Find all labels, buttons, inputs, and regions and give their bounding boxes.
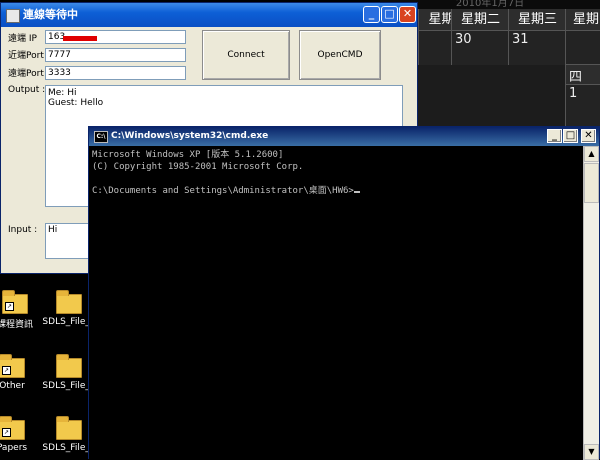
cmd-maximize-button[interactable]: □ [563, 129, 578, 143]
cmd-window-titlebar[interactable]: C:\ C:\Windows\system32\cmd.exe _ □ ✕ [89, 127, 599, 146]
input-textarea[interactable]: Hi [45, 223, 90, 259]
remote-port-input[interactable]: 3333 [45, 66, 186, 80]
cmd-minimize-button[interactable]: _ [547, 129, 562, 143]
folder-icon: ↗ [2, 290, 28, 314]
maximize-button[interactable]: □ [381, 6, 398, 23]
remote-ip-label: 遠端 IP [8, 34, 37, 44]
app-icon [6, 9, 20, 23]
folder-icon: ↗ [0, 354, 25, 378]
calendar-day-wed: 星期三 [508, 9, 566, 30]
local-port-label: 近端Port [8, 51, 44, 61]
chat-window-title: 連線等待中 [23, 8, 78, 21]
output-label: Output : [8, 85, 46, 95]
calendar-cell: 30 [451, 30, 509, 65]
shortcut-arrow-icon: ↗ [2, 366, 11, 375]
folder-icon: ↗ [0, 416, 25, 440]
folder-icon [56, 290, 82, 314]
shortcut-arrow-icon: ↗ [5, 302, 14, 311]
calendar-date: 1 [569, 86, 578, 101]
close-button[interactable]: ✕ [399, 6, 416, 23]
output-line: Guest: Hello [48, 98, 104, 108]
folder-icon [56, 354, 82, 378]
minimize-button[interactable]: _ [363, 6, 380, 23]
calendar-day-thu: 星期 [565, 9, 600, 30]
cmd-window-title: C:\Windows\system32\cmd.exe [111, 131, 269, 141]
console-line: Microsoft Windows XP [版本 5.1.2600] [92, 150, 284, 160]
calendar-date: 31 [512, 32, 529, 47]
folder-icon [56, 416, 82, 440]
calendar-cell: 31 [508, 30, 566, 65]
opencmd-button[interactable]: OpenCMD [299, 30, 381, 80]
console-line: (C) Copyright 1985-2001 Microsoft Corp. [92, 162, 304, 172]
shortcut-arrow-icon: ↗ [2, 428, 11, 437]
output-line: Me: Hi [48, 88, 77, 98]
calendar-cell [565, 30, 600, 65]
calendar-day-tue: 星期二 [451, 9, 509, 30]
scroll-down-arrow-icon[interactable]: ▼ [584, 444, 599, 460]
input-label: Input : [8, 225, 38, 235]
calendar-date: 30 [455, 32, 472, 47]
scroll-thumb[interactable] [584, 163, 599, 203]
cmd-vertical-scrollbar[interactable]: ▲ ▼ [583, 146, 599, 460]
calendar-day-label: 四 [565, 64, 600, 85]
connect-button[interactable]: Connect [202, 30, 290, 80]
console-prompt: C:\Documents and Settings\Administrator\… [92, 186, 354, 196]
chat-window-titlebar[interactable]: 連線等待中 _ □ ✕ [1, 3, 417, 27]
local-port-input[interactable]: 7777 [45, 48, 186, 62]
text-cursor [353, 191, 360, 193]
scroll-up-arrow-icon[interactable]: ▲ [584, 146, 599, 162]
cmd-icon: C:\ [94, 131, 108, 143]
cmd-close-button[interactable]: ✕ [581, 129, 596, 143]
calendar-cell [418, 30, 452, 65]
redacted-ip-mark [63, 36, 97, 41]
cmd-window: C:\ C:\Windows\system32\cmd.exe _ □ ✕ Mi… [88, 126, 600, 460]
console-prompt-line: C:\Documents and Settings\Administrator\… [92, 185, 580, 197]
remote-port-label: 遠端Port [8, 69, 44, 79]
console-output[interactable]: Microsoft Windows XP [版本 5.1.2600] (C) Co… [89, 146, 583, 460]
